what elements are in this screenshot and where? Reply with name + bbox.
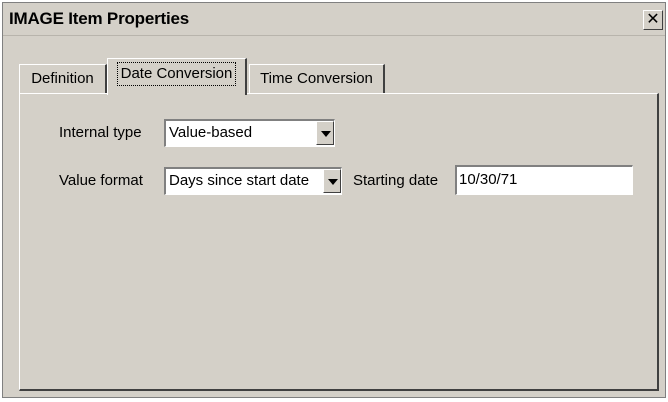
close-icon[interactable]: ✕ bbox=[646, 11, 659, 28]
title-bar[interactable]: IMAGE Item Properties ✕ bbox=[3, 3, 665, 36]
tab-time-conversion-label: Time Conversion bbox=[260, 70, 373, 87]
close-button[interactable]: ✕ bbox=[643, 10, 663, 30]
properties-dialog: IMAGE Item Properties ✕ Definition Date … bbox=[2, 2, 666, 398]
chevron-down-icon[interactable] bbox=[316, 121, 334, 145]
window-title: IMAGE Item Properties bbox=[9, 9, 190, 28]
tab-date-conversion[interactable]: Date Conversion bbox=[107, 58, 247, 95]
value-format-label: Value format bbox=[59, 172, 143, 189]
internal-type-label: Internal type bbox=[59, 124, 142, 141]
starting-date-label: Starting date bbox=[353, 172, 439, 189]
tab-definition-label: Definition bbox=[31, 70, 94, 87]
tab-definition[interactable]: Definition bbox=[19, 64, 107, 93]
internal-type-select[interactable]: Value-based bbox=[164, 119, 335, 147]
tab-date-conversion-label: Date Conversion bbox=[116, 62, 237, 86]
chevron-down-icon[interactable] bbox=[323, 169, 341, 193]
starting-date-field[interactable]: 10/30/71 bbox=[455, 165, 633, 195]
value-format-select[interactable]: Days since start date bbox=[164, 167, 342, 195]
internal-type-value: Value-based bbox=[169, 124, 253, 141]
tab-time-conversion[interactable]: Time Conversion bbox=[249, 64, 385, 93]
value-format-value: Days since start date bbox=[169, 172, 310, 189]
date-conversion-panel: Internal type Value-based Value format D… bbox=[19, 93, 659, 391]
